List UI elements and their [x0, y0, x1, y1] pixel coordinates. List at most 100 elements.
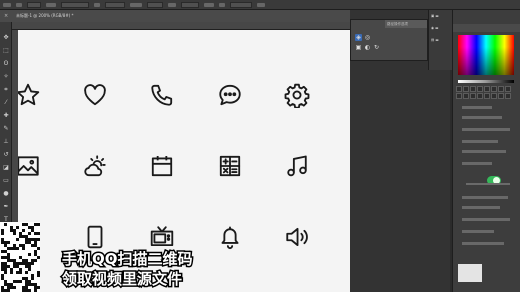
adjustment-button[interactable]	[491, 86, 497, 92]
clone-stamp-tool-icon[interactable]: ⊥	[2, 138, 10, 145]
image-icon[interactable]	[18, 153, 41, 179]
options-bar-control[interactable]	[219, 2, 225, 7]
panel-row[interactable]	[462, 196, 508, 199]
photoshop-window: { "document": { "tab_title": "未标题-1 @ 20…	[0, 0, 520, 292]
crop-tool-icon[interactable]: ⌗	[2, 86, 10, 93]
options-bar-field[interactable]	[147, 1, 163, 8]
panel-row[interactable]	[462, 230, 494, 233]
adjustment-button[interactable]	[477, 86, 483, 92]
qr-module	[37, 274, 40, 277]
panel-row[interactable]	[462, 106, 492, 109]
qr-module	[28, 232, 31, 235]
adjustment-button[interactable]	[505, 93, 511, 99]
qr-module	[31, 262, 34, 265]
dodge-tool-icon[interactable]: ●	[2, 190, 10, 197]
adjustment-button[interactable]	[463, 86, 469, 92]
adjustment-button[interactable]	[498, 86, 504, 92]
adjustment-button[interactable]	[491, 93, 497, 99]
mobile-phone-icon[interactable]	[82, 224, 108, 250]
panel-row[interactable]	[462, 150, 506, 153]
qr-module	[31, 277, 34, 280]
exclude-shape-icon[interactable]: ◐	[364, 44, 371, 51]
chat-bubble-icon[interactable]	[217, 82, 243, 108]
qr-module	[13, 232, 16, 235]
music-note-icon[interactable]	[284, 153, 310, 179]
pen-tool-icon[interactable]: ✒	[2, 203, 10, 210]
history-brush-tool-icon[interactable]: ↺	[2, 151, 10, 158]
partly-cloudy-icon[interactable]	[82, 153, 108, 179]
options-bar-control[interactable]	[168, 2, 176, 7]
qr-module	[37, 256, 40, 259]
collapsed-panel-strip: ▣ ▬ ◉ ▬ ▤ ▬	[428, 10, 452, 70]
adjustment-button[interactable]	[470, 93, 476, 99]
qr-module	[16, 238, 19, 241]
marquee-tool-icon[interactable]: ⬚	[2, 47, 10, 54]
options-bar-field[interactable]	[230, 1, 252, 8]
gear-icon[interactable]	[284, 82, 310, 108]
intersect-shape-icon[interactable]: ▣	[355, 44, 362, 51]
layer-thumbnail[interactable]	[458, 264, 482, 282]
adjustment-button[interactable]	[456, 93, 462, 99]
adjustment-button[interactable]	[484, 93, 490, 99]
calendar-icon[interactable]	[149, 153, 175, 179]
healing-brush-tool-icon[interactable]: ✚	[2, 112, 10, 119]
color-picker[interactable]	[458, 35, 514, 75]
brush-tool-icon[interactable]: ✎	[2, 125, 10, 132]
panel-row[interactable]	[462, 162, 492, 165]
bell-icon[interactable]	[217, 224, 243, 250]
adjustment-button[interactable]	[463, 93, 469, 99]
gradient-tool-icon[interactable]: ▭	[2, 177, 10, 184]
move-tool-icon[interactable]: ✥	[2, 34, 10, 41]
panel-row[interactable]	[462, 140, 498, 143]
panel-row[interactable]	[462, 218, 510, 221]
lasso-tool-icon[interactable]: ʘ	[2, 60, 10, 67]
grayscale-swatch-row[interactable]	[458, 80, 514, 83]
panel-strip-item[interactable]: ▣ ▬	[431, 14, 439, 18]
qr-module	[34, 259, 37, 262]
document-tab[interactable]: × 未标题-1 @ 200% (RGB/8#) *	[0, 10, 350, 22]
options-bar-control[interactable]	[94, 2, 100, 7]
calculator-icon[interactable]	[217, 153, 243, 179]
panel-row[interactable]	[462, 242, 504, 245]
adjustment-button[interactable]	[484, 86, 490, 92]
panel-strip-item[interactable]: ▤ ▬	[431, 38, 439, 42]
refresh-icon[interactable]: ↻	[373, 44, 380, 51]
phone-icon[interactable]	[149, 82, 175, 108]
adjustment-button[interactable]	[498, 93, 504, 99]
path-operations-panel: 路径操作选项 ◈ ◎ ▣ ◐ ↻	[350, 19, 428, 61]
magic-wand-tool-icon[interactable]: ✧	[2, 73, 10, 80]
options-bar-field[interactable]	[27, 1, 41, 8]
combine-shapes-icon[interactable]: ◈	[355, 34, 362, 41]
panel-row[interactable]	[462, 206, 500, 209]
qr-module	[7, 241, 10, 244]
options-bar-control[interactable]	[46, 2, 56, 7]
adjustment-button[interactable]	[456, 86, 462, 92]
adjustment-button[interactable]	[505, 86, 511, 92]
star-icon[interactable]	[18, 82, 41, 108]
qr-module	[10, 271, 13, 274]
opacity-slider[interactable]	[466, 183, 510, 185]
options-bar-field[interactable]	[181, 1, 199, 8]
panel-strip-item[interactable]: ◉ ▬	[431, 26, 438, 30]
adjustment-button[interactable]	[470, 86, 476, 92]
options-bar-control[interactable]	[3, 2, 11, 7]
panel-row[interactable]	[462, 128, 510, 131]
adjustment-button[interactable]	[477, 93, 483, 99]
close-tab-icon[interactable]: ×	[4, 10, 8, 22]
subtract-shape-icon[interactable]: ◎	[364, 34, 371, 41]
panel-tab-bar[interactable]	[453, 24, 520, 32]
qr-module	[16, 247, 19, 250]
options-bar-control[interactable]	[130, 2, 142, 7]
qr-code	[0, 222, 40, 292]
options-bar-control[interactable]	[16, 2, 22, 7]
options-bar-control[interactable]	[204, 2, 214, 7]
speaker-icon[interactable]	[284, 224, 310, 250]
panel-row[interactable]	[462, 116, 502, 119]
heart-icon[interactable]	[82, 82, 108, 108]
options-bar-field[interactable]	[61, 1, 89, 8]
options-bar-field[interactable]	[105, 1, 125, 8]
eraser-tool-icon[interactable]: ◪	[2, 164, 10, 171]
tv-icon[interactable]	[149, 224, 175, 250]
options-bar-control[interactable]	[257, 2, 265, 7]
eyedropper-tool-icon[interactable]: ⁄	[2, 99, 10, 106]
